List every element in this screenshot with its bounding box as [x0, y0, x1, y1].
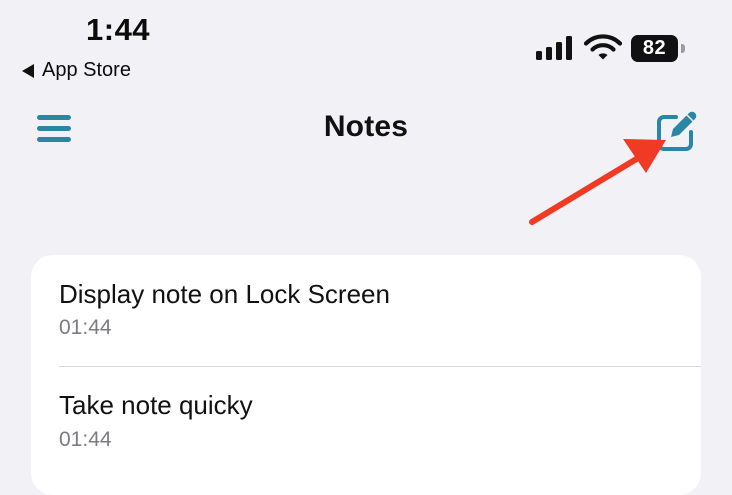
battery-indicator: 82 — [631, 35, 685, 62]
status-time: 1:44 — [86, 12, 151, 47]
back-link-label: App Store — [42, 59, 131, 81]
note-title: Take note quicky — [59, 390, 253, 420]
back-triangle-icon — [22, 63, 34, 78]
battery-level: 82 — [631, 35, 678, 62]
note-item-take-note[interactable]: Take note quicky 01:44 — [31, 367, 701, 479]
notes-list: Display note on Lock Screen 01:44 Take n… — [31, 255, 701, 495]
wifi-icon — [583, 34, 623, 60]
note-timestamp: 01:44 — [59, 428, 112, 451]
note-item-display-note[interactable]: Display note on Lock Screen 01:44 — [31, 255, 701, 367]
page-title: Notes — [323, 110, 409, 143]
note-timestamp: 01:44 — [59, 316, 112, 339]
cellular-signal-icon — [536, 35, 574, 60]
back-to-app-store-link[interactable]: App Store — [22, 58, 131, 82]
note-title: Display note on Lock Screen — [59, 279, 390, 309]
battery-cap — [681, 44, 685, 53]
compose-note-icon[interactable] — [654, 108, 700, 154]
